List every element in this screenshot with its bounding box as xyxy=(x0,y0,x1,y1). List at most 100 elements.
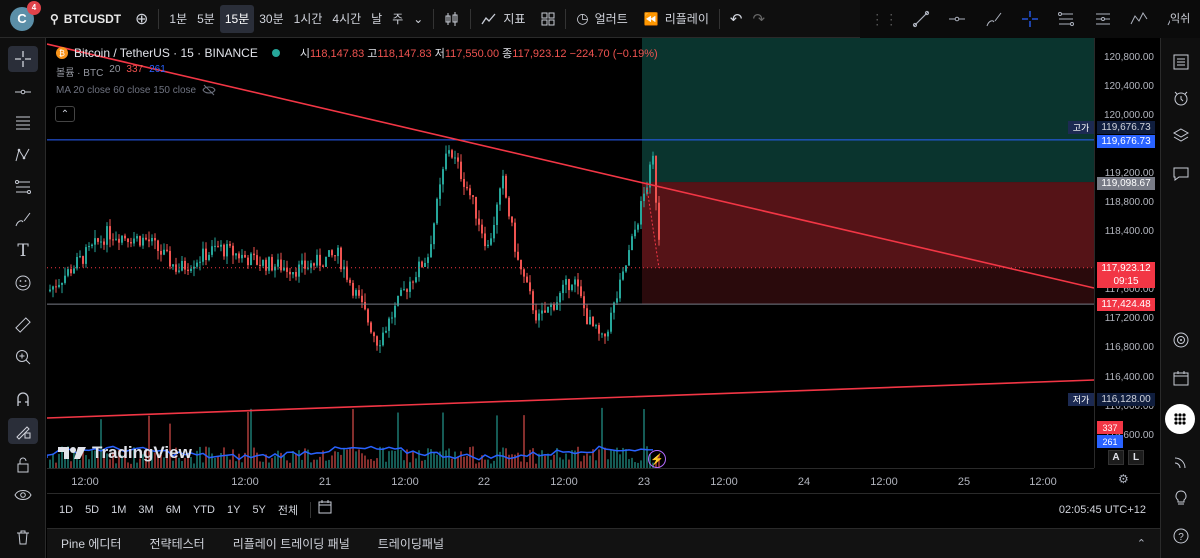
add-symbol-icon[interactable]: ⊕ xyxy=(130,5,153,33)
symbol-title[interactable]: Bitcoin / TetherUS · 15 · BINANCE xyxy=(74,46,258,60)
time-axis[interactable]: 12:00 12:00 21 12:00 22 12:00 23 12:00 2… xyxy=(47,468,1094,492)
fib-tool-icon[interactable] xyxy=(8,174,38,200)
candle-body xyxy=(493,224,495,239)
alert-button[interactable]: ◷ 얼러트 xyxy=(571,5,632,33)
ma-legend[interactable]: MA 20 close 60 close 150 close xyxy=(56,84,658,96)
candle-body xyxy=(448,150,450,154)
lightning-icon[interactable]: ⚡ xyxy=(648,450,666,468)
eye-icon[interactable] xyxy=(8,482,38,508)
crosshair-icon[interactable] xyxy=(1020,9,1040,29)
chevron-down-icon[interactable]: ⌄ xyxy=(408,5,428,33)
interval-5m[interactable]: 5분 xyxy=(192,5,220,33)
user-avatar[interactable]: C 4 xyxy=(10,0,41,31)
range-5d[interactable]: 5D xyxy=(79,504,105,516)
emoji-icon[interactable] xyxy=(8,270,38,296)
interval-4h[interactable]: 4시간 xyxy=(327,5,366,33)
redo-icon[interactable]: ↷ xyxy=(747,5,770,33)
range-3m[interactable]: 3M xyxy=(132,504,159,516)
chat-icon[interactable] xyxy=(1169,162,1193,186)
ruler-icon[interactable] xyxy=(8,312,38,338)
trash-icon[interactable] xyxy=(8,524,38,550)
interval-30m[interactable]: 30분 xyxy=(254,5,288,33)
settings-gear-icon[interactable]: ⚙ xyxy=(1118,472,1129,486)
volume-bar xyxy=(460,451,462,468)
hidden-eye-icon[interactable] xyxy=(202,84,216,96)
brush-icon[interactable] xyxy=(984,9,1004,29)
range-1m[interactable]: 1M xyxy=(105,504,132,516)
candle-body xyxy=(394,305,396,318)
candle-body xyxy=(502,175,504,189)
text-tool-icon[interactable]: T xyxy=(8,238,38,264)
fib-channel-icon[interactable] xyxy=(1093,9,1113,29)
crosshair-cursor-icon[interactable] xyxy=(8,46,38,72)
interval-1m[interactable]: 1분 xyxy=(164,5,192,33)
utc-clock[interactable]: 02:05:45 UTC+12 xyxy=(1059,504,1146,516)
chevron-up-icon[interactable]: ⌃ xyxy=(1137,537,1146,550)
apps-grid-icon[interactable] xyxy=(1165,404,1195,434)
indicators-button[interactable]: 지표 xyxy=(476,5,530,33)
calendar-icon[interactable] xyxy=(1169,366,1193,390)
tab-trading-panel[interactable]: 트레이딩패널 xyxy=(364,535,458,552)
candle-body xyxy=(124,235,126,239)
layout-grid-icon[interactable] xyxy=(536,5,560,33)
trend-line-tool-icon[interactable] xyxy=(8,79,38,105)
interval-week[interactable]: 주 xyxy=(387,5,408,33)
candle-body xyxy=(97,238,99,242)
alerts-clock-icon[interactable] xyxy=(1169,86,1193,110)
tab-replay-trading[interactable]: 리플레이 트레이딩 패널 xyxy=(219,535,364,552)
candle-body xyxy=(505,175,507,198)
replay-button[interactable]: ⏪ 리플레이 xyxy=(639,5,714,33)
lock-icon[interactable] xyxy=(8,452,38,478)
interval-1h[interactable]: 1시간 xyxy=(289,5,328,33)
watchlist-icon[interactable] xyxy=(1169,50,1193,74)
lightbulb-icon[interactable] xyxy=(1169,486,1193,510)
volume-value-a: 337 xyxy=(126,64,144,75)
go-to-date-icon[interactable] xyxy=(317,499,333,520)
pattern-tool-icon[interactable] xyxy=(8,142,38,168)
drag-handle-icon[interactable]: ⋮⋮ xyxy=(870,9,898,29)
trend-line-icon[interactable] xyxy=(911,9,931,29)
fib-retracement-icon[interactable] xyxy=(1056,9,1076,29)
price-tick: 118,400.00 xyxy=(1104,226,1154,237)
magnet-icon[interactable] xyxy=(8,386,38,412)
broadcast-icon[interactable] xyxy=(1169,450,1193,474)
zoom-in-icon[interactable] xyxy=(8,344,38,370)
range-1y[interactable]: 1Y xyxy=(221,504,246,516)
range-6m[interactable]: 6M xyxy=(160,504,187,516)
volume-legend[interactable]: 볼륨 · BTC 20 337 261 xyxy=(56,64,658,79)
layers-icon[interactable] xyxy=(1169,124,1193,148)
horizontal-line-icon[interactable] xyxy=(947,9,967,29)
candle-body xyxy=(424,262,426,267)
volume-bar xyxy=(355,451,357,468)
range-1d[interactable]: 1D xyxy=(53,504,79,516)
lock-drawing-mode-icon[interactable] xyxy=(8,418,38,444)
candle-body xyxy=(355,290,357,296)
interval-15m[interactable]: 15분 xyxy=(219,4,255,33)
right-edge-label[interactable]: 익쉬 xyxy=(1170,10,1191,26)
candle-body xyxy=(190,268,192,272)
symbol-search[interactable]: ⚲ BTCUSDT xyxy=(50,12,130,26)
help-icon[interactable]: ? xyxy=(1169,524,1193,548)
candle-type-icon[interactable] xyxy=(439,5,465,33)
log-scale-button[interactable]: L xyxy=(1128,450,1144,465)
range-all[interactable]: 전체 xyxy=(272,502,304,518)
candle-body xyxy=(340,247,342,270)
undo-icon[interactable]: ↶ xyxy=(725,5,748,33)
candle-body xyxy=(466,186,468,189)
price-chart[interactable] xyxy=(47,38,1159,492)
horizontal-lines-icon[interactable] xyxy=(8,110,38,136)
range-5y[interactable]: 5Y xyxy=(246,504,271,516)
volume-bar xyxy=(553,454,555,468)
brush-tool-icon[interactable] xyxy=(8,206,38,232)
candle-body xyxy=(433,223,435,245)
interval-day[interactable]: 날 xyxy=(366,5,387,33)
tab-pine-editor[interactable]: Pine 에디터 xyxy=(47,535,135,552)
candle-body xyxy=(325,256,327,267)
candle-body xyxy=(436,198,438,224)
collapse-legend-button[interactable]: ⌃ xyxy=(55,106,75,122)
range-ytd[interactable]: YTD xyxy=(187,504,221,516)
pattern-icon[interactable] xyxy=(1129,9,1149,29)
auto-scale-button[interactable]: A xyxy=(1108,450,1124,465)
tab-strategy-tester[interactable]: 전략테스터 xyxy=(135,535,218,552)
target-icon[interactable] xyxy=(1169,328,1193,352)
